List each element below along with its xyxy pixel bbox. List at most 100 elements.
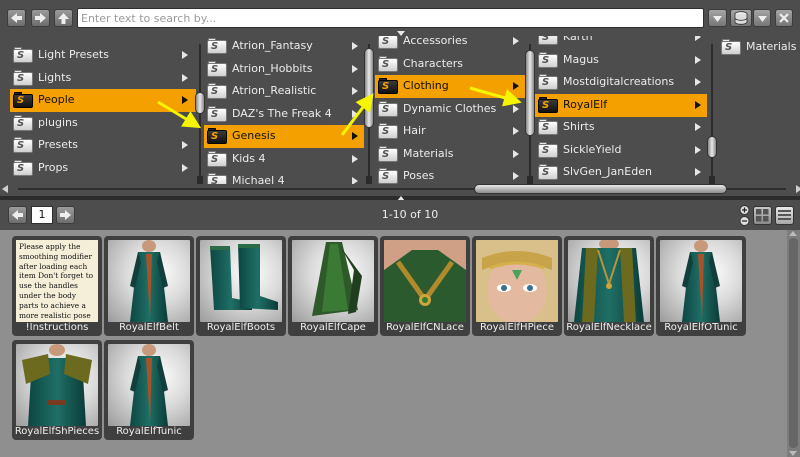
column-2-scrollbar[interactable] [364,44,374,184]
next-page-button[interactable] [56,206,75,224]
folder-label: plugins [38,115,78,129]
folder-item[interactable]: S DAZ's The Freak 4 [204,103,364,126]
folder-item[interactable]: S Karth [535,36,707,49]
expand-arrow-icon[interactable] [182,96,188,104]
folder-item[interactable]: S Atrion_Hobbits [204,58,364,81]
expand-arrow-icon[interactable] [513,82,519,90]
expand-arrow-icon[interactable] [513,37,519,45]
up-button[interactable] [54,9,73,27]
folder-item[interactable]: S Atrion_Realistic [204,80,364,103]
expand-arrow-icon[interactable] [352,64,358,73]
folder-item[interactable]: S Materials [375,143,527,166]
back-button[interactable] [7,9,26,27]
arrow-left-icon [11,13,22,23]
column-4-scrollbar[interactable] [707,44,717,184]
content-item-tile[interactable]: RoyalElfOTunic [656,236,746,336]
content-item-tile[interactable]: RoyalElfCape [288,236,378,336]
folder-item[interactable]: S Presets [10,134,196,157]
expand-arrow-icon[interactable] [513,149,519,158]
folder-item[interactable]: S Characters [375,53,527,76]
content-item-tile[interactable]: Please apply the smoothing modifier afte… [12,236,102,336]
expand-arrow-icon[interactable] [513,104,519,113]
folder-label: Materials [403,146,454,160]
folder-icon: S [378,168,398,184]
folder-label: Kids 4 [232,151,266,165]
database-button[interactable] [730,9,752,27]
forward-button[interactable] [31,9,50,27]
expand-arrow-icon[interactable] [352,109,358,118]
expand-arrow-icon[interactable] [695,168,701,176]
database-menu-button[interactable] [753,9,771,27]
browser-horizontal-scrollbar[interactable] [2,184,800,194]
content-item-tile[interactable]: RoyalElfTunic [104,340,194,440]
folder-item[interactable]: S Light Presets [10,44,196,67]
folder-item[interactable]: S Props [10,157,196,180]
folder-icon: S [207,128,227,144]
grid-view-button[interactable] [753,206,772,225]
content-item-tile[interactable]: RoyalElfShPieces [12,340,102,440]
expand-arrow-icon[interactable] [695,145,701,154]
folder-item[interactable]: S SickleYield [535,139,707,162]
horizontal-scroll-thumb[interactable] [474,184,727,194]
list-view-button[interactable] [775,206,794,225]
search-options-button[interactable] [708,9,727,27]
content-item-tile[interactable]: RoyalElfCNLace [380,236,470,336]
content-vertical-scrollbar[interactable] [787,230,800,457]
folder-item[interactable]: S Lights [10,67,196,90]
folder-item[interactable]: S Genesis [204,125,364,148]
folder-label: Clothing [403,79,449,92]
expand-arrow-icon[interactable] [352,177,358,184]
folder-label: Genesis [232,129,276,142]
close-button[interactable] [775,9,793,27]
expand-arrow-icon[interactable] [352,42,358,50]
search-input[interactable] [78,9,703,27]
folder-item[interactable]: S SlvGen_JanEden [535,161,707,184]
folder-item[interactable]: S Atrion_Fantasy [204,36,364,58]
expand-arrow-icon[interactable] [513,127,519,135]
folder-item[interactable]: Splugins [10,112,196,135]
expand-arrow-icon[interactable] [513,172,519,180]
content-item-tile[interactable]: RoyalElfBelt [104,236,194,336]
scroll-right-icon[interactable] [796,185,800,193]
folder-item[interactable]: S Magus [535,49,707,72]
content-grid: Please apply the smoothing modifier afte… [0,230,800,457]
folder-item[interactable]: S Kids 4 [204,148,364,171]
expand-arrow-icon[interactable] [182,73,188,82]
expand-arrow-icon[interactable] [695,123,701,131]
folder-item[interactable]: S Materials [718,36,798,59]
content-item-tile[interactable]: RoyalElfBoots [196,236,286,336]
folder-item[interactable]: S Michael 4 [204,170,364,184]
folder-item[interactable]: S Shirts [535,116,707,139]
expand-arrow-icon[interactable] [695,78,701,86]
list-icon [778,210,791,220]
folder-item[interactable]: S Mostdigitalcreations [535,71,707,94]
folder-label: Light Presets [38,48,109,61]
scroll-left-icon[interactable] [2,185,8,193]
folder-item[interactable]: S People [10,89,196,112]
folder-item[interactable]: S Poses [375,165,527,184]
folder-item[interactable]: S RoyalElf [535,93,707,117]
folder-item[interactable]: S Hair [375,120,527,143]
item-label: RoyalElfShPieces [14,426,100,437]
content-item-tile[interactable]: RoyalElfNecklace [564,236,654,336]
expand-arrow-icon[interactable] [182,141,188,149]
expand-arrow-icon[interactable] [182,51,188,59]
folder-item[interactable]: S Clothing [375,75,527,98]
expand-arrow-icon[interactable] [182,163,188,172]
expand-arrow-icon[interactable] [352,132,358,140]
search-field[interactable] [77,8,704,28]
folder-item[interactable]: S Accessories [375,36,527,53]
expand-arrow-icon[interactable] [352,87,358,95]
item-thumbnail [660,240,742,322]
expand-arrow-icon[interactable] [695,36,701,41]
folder-item[interactable]: S Dynamic Clothes [375,98,527,121]
expand-arrow-icon[interactable] [695,100,701,109]
expand-arrow-icon[interactable] [352,154,358,163]
column-3-scrollbar[interactable] [525,44,535,184]
zoom-control[interactable] [739,205,750,227]
content-item-tile[interactable]: RoyalElfHPiece [472,236,562,336]
item-thumbnail [108,240,190,322]
prev-page-button[interactable] [8,206,27,224]
page-number-field[interactable]: 1 [31,206,53,224]
expand-arrow-icon[interactable] [695,55,701,64]
